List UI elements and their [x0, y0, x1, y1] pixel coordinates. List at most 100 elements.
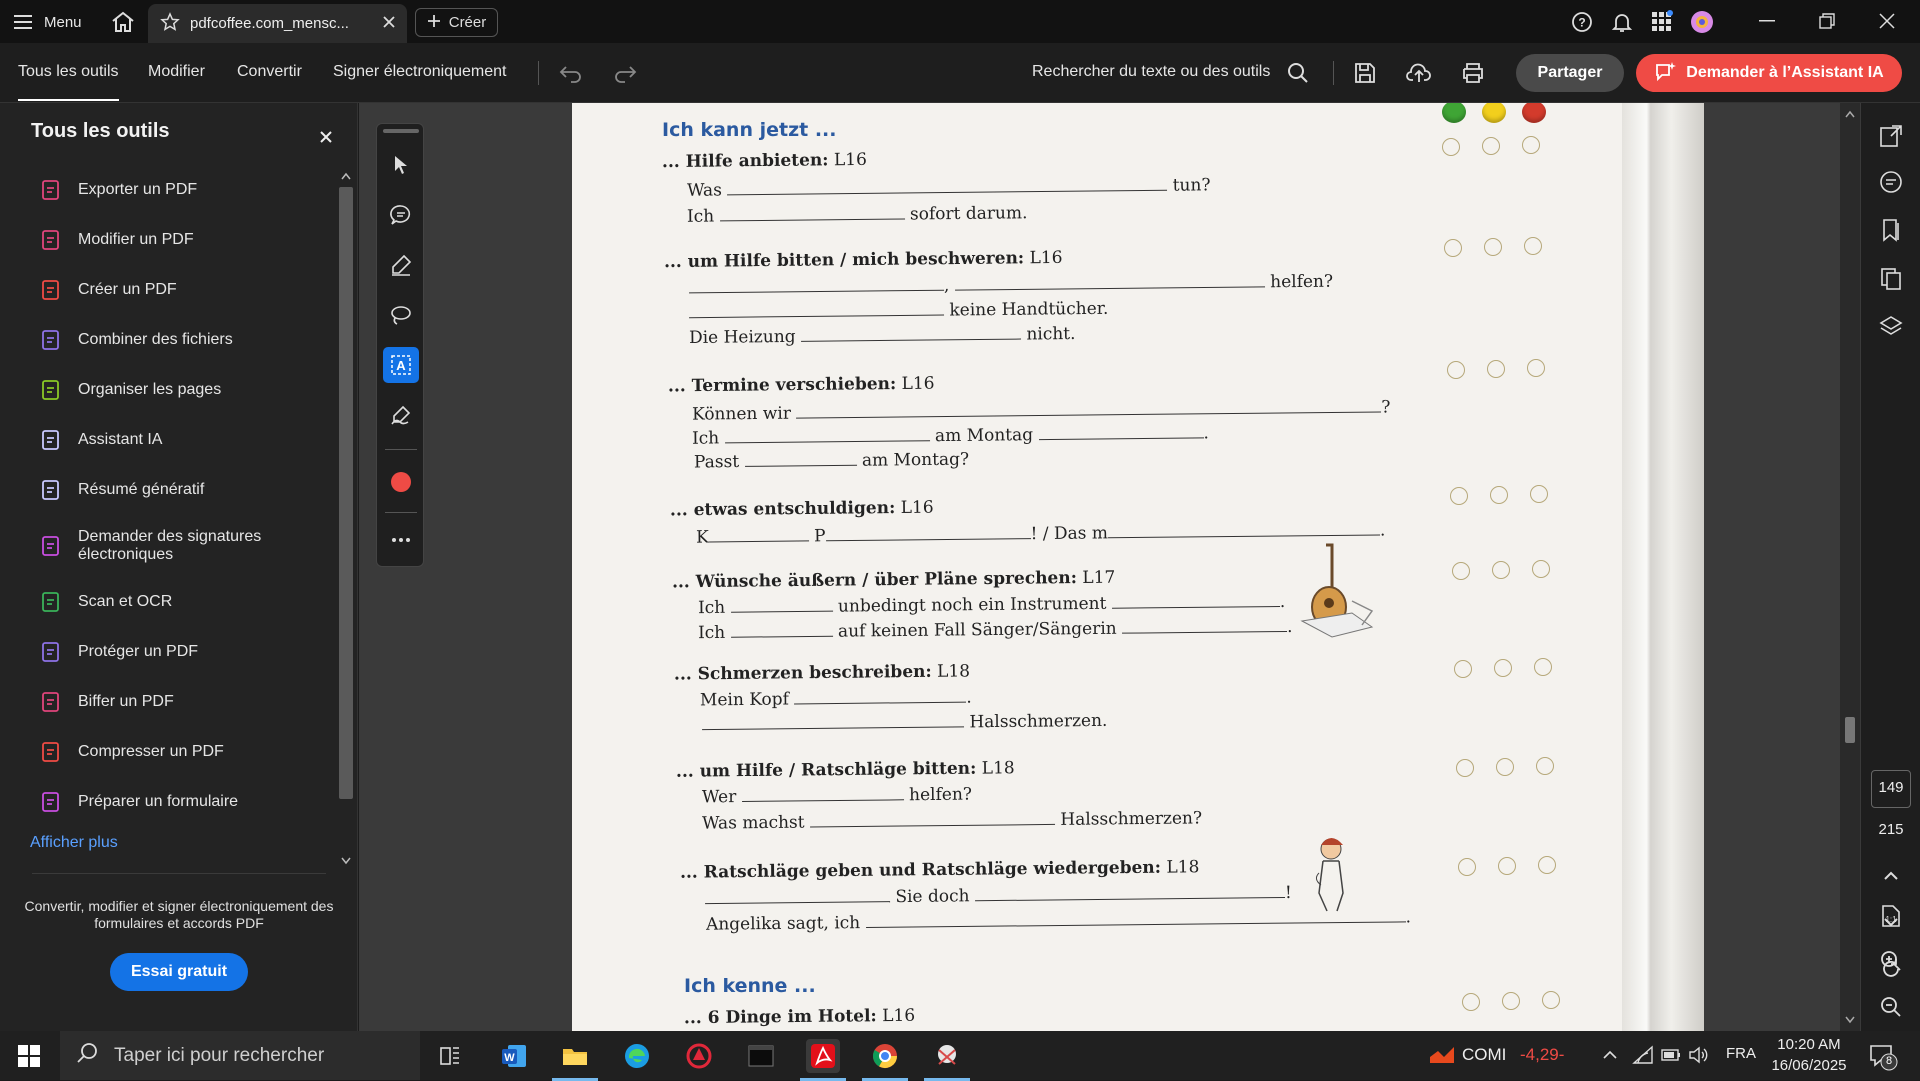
answer-blank[interactable]: [730, 622, 833, 638]
comment-tool-icon[interactable]: [383, 197, 419, 233]
menu-convert[interactable]: Convertir: [237, 63, 302, 81]
answer-blank[interactable]: [688, 301, 945, 319]
redo-icon[interactable]: [612, 61, 638, 90]
answer-blank[interactable]: [719, 205, 905, 222]
self-assessment-circle[interactable]: [1524, 237, 1542, 255]
notifications-icon[interactable]: 8: [1868, 1041, 1898, 1071]
self-assessment-circle[interactable]: [1442, 138, 1460, 156]
self-assessment-circle[interactable]: [1496, 758, 1514, 776]
answer-blank[interactable]: [688, 276, 945, 294]
tool-item-organize-pages[interactable]: Organiser les pages: [40, 379, 340, 401]
menu-edit[interactable]: Modifier: [148, 63, 205, 81]
tool-item-protect-pdf[interactable]: Protéger un PDF: [40, 641, 340, 663]
tool-item-generative-summary[interactable]: Résumé génératif: [40, 479, 340, 501]
self-assessment-circle[interactable]: [1452, 562, 1470, 580]
pdf-page[interactable]: Ich kann jetzt ... ... Hilfe anbieten: L…: [572, 103, 1704, 1031]
clock[interactable]: 10:20 AM 16/06/2025: [1766, 1034, 1852, 1076]
cloud-upload-icon[interactable]: [1406, 61, 1432, 90]
close-tab-icon[interactable]: [383, 15, 395, 32]
self-assessment-circle[interactable]: [1447, 361, 1465, 379]
answer-blank[interactable]: [954, 273, 1265, 291]
page-fit-icon[interactable]: 1:1: [1878, 903, 1904, 934]
tool-item-request-signatures[interactable]: Demander des signatures électroniques: [40, 528, 340, 564]
battery-icon[interactable]: [1660, 1045, 1684, 1070]
input-language[interactable]: FRA: [1726, 1045, 1756, 1062]
self-assessment-circle[interactable]: [1484, 238, 1502, 256]
answer-blank[interactable]: [1111, 592, 1280, 609]
show-hidden-icons-icon[interactable]: [1600, 1045, 1620, 1070]
self-assessment-circle[interactable]: [1490, 486, 1508, 504]
stock-trend-icon[interactable]: [1428, 1043, 1456, 1072]
answer-blank[interactable]: [1038, 424, 1204, 441]
home-icon[interactable]: [110, 10, 136, 34]
security-app-icon[interactable]: [682, 1039, 716, 1073]
drag-handle[interactable]: [383, 129, 419, 133]
wifi-icon[interactable]: [1632, 1045, 1654, 1070]
tool-item-create-pdf[interactable]: Créer un PDF: [40, 279, 340, 301]
tool-item-scan-ocr[interactable]: Scan et OCR: [40, 591, 340, 613]
color-picker-icon[interactable]: [383, 464, 419, 500]
restore-icon[interactable]: [1812, 6, 1842, 36]
tool-item-combine-files[interactable]: Combiner des fichiers: [40, 329, 340, 351]
self-assessment-circle[interactable]: [1462, 993, 1480, 1011]
save-icon[interactable]: [1353, 61, 1377, 90]
self-assessment-circle[interactable]: [1532, 560, 1550, 578]
self-assessment-circle[interactable]: [1458, 858, 1476, 876]
answer-blank[interactable]: [825, 525, 1031, 542]
self-assessment-circle[interactable]: [1527, 359, 1545, 377]
minimize-icon[interactable]: [1752, 6, 1782, 36]
document-tab[interactable]: pdfcoffee.com_mensc...: [148, 4, 407, 43]
answer-blank[interactable]: [796, 398, 1382, 419]
self-assessment-circle[interactable]: [1542, 991, 1560, 1009]
windows-start-icon[interactable]: [18, 1045, 40, 1072]
self-assessment-circle[interactable]: [1530, 485, 1548, 503]
menu-button[interactable]: Menu: [14, 10, 82, 34]
apps-grid-icon[interactable]: [1650, 10, 1674, 34]
word-app-icon[interactable]: W: [497, 1039, 531, 1073]
zoom-in-icon[interactable]: [1878, 948, 1904, 979]
task-view-icon[interactable]: [433, 1039, 467, 1073]
answer-blank[interactable]: [727, 176, 1168, 196]
answer-blank[interactable]: [1107, 521, 1380, 539]
answer-blank[interactable]: [730, 597, 833, 613]
layers-icon[interactable]: [1878, 314, 1904, 340]
tool-item-ai-assistant[interactable]: Assistant IA: [40, 429, 340, 451]
select-tool-icon[interactable]: [383, 147, 419, 183]
file-explorer-icon[interactable]: [552, 1039, 598, 1081]
self-assessment-circle[interactable]: [1454, 660, 1472, 678]
answer-blank[interactable]: [809, 810, 1055, 828]
print-icon[interactable]: [1460, 61, 1486, 90]
answer-blank[interactable]: [701, 713, 965, 731]
answer-blank[interactable]: [724, 427, 930, 444]
comments-panel-icon[interactable]: [1878, 169, 1904, 195]
answer-blank[interactable]: [974, 883, 1285, 902]
self-assessment-circle[interactable]: [1492, 561, 1510, 579]
menu-sign[interactable]: Signer électroniquement: [333, 63, 506, 81]
tool-item-redact-pdf[interactable]: Biffer un PDF: [40, 691, 340, 713]
answer-blank[interactable]: [800, 325, 1022, 342]
free-trial-button[interactable]: Essai gratuit: [110, 953, 248, 991]
close-panel-icon[interactable]: [316, 127, 336, 147]
self-assessment-circle[interactable]: [1456, 759, 1474, 777]
answer-blank[interactable]: [794, 688, 967, 705]
snipping-tool-icon[interactable]: [924, 1039, 970, 1081]
self-assessment-circle[interactable]: [1522, 136, 1540, 154]
highlight-tool-icon[interactable]: [383, 247, 419, 283]
create-button[interactable]: Créer: [415, 8, 498, 37]
answer-blank[interactable]: [744, 451, 857, 467]
tool-item-compress-pdf[interactable]: Compresser un PDF: [40, 741, 340, 763]
self-assessment-circle[interactable]: [1498, 857, 1516, 875]
acrobat-app-icon[interactable]: [800, 1039, 846, 1081]
tool-item-prepare-form[interactable]: Préparer un formulaire: [40, 791, 340, 813]
bell-icon[interactable]: [1610, 10, 1634, 34]
show-more-link[interactable]: Afficher plus: [30, 834, 118, 852]
ask-ai-assistant-button[interactable]: Demander à l’Assistant IA: [1636, 54, 1902, 92]
stock-change[interactable]: -4,29-: [1520, 1045, 1564, 1065]
search-icon[interactable]: [1286, 61, 1310, 90]
edge-browser-icon[interactable]: [620, 1039, 654, 1073]
close-window-icon[interactable]: [1872, 6, 1902, 36]
share-button[interactable]: Partager: [1516, 54, 1624, 92]
answer-blank[interactable]: [1122, 617, 1288, 634]
more-tools-icon[interactable]: [383, 522, 419, 558]
chrome-browser-icon[interactable]: [862, 1039, 908, 1081]
